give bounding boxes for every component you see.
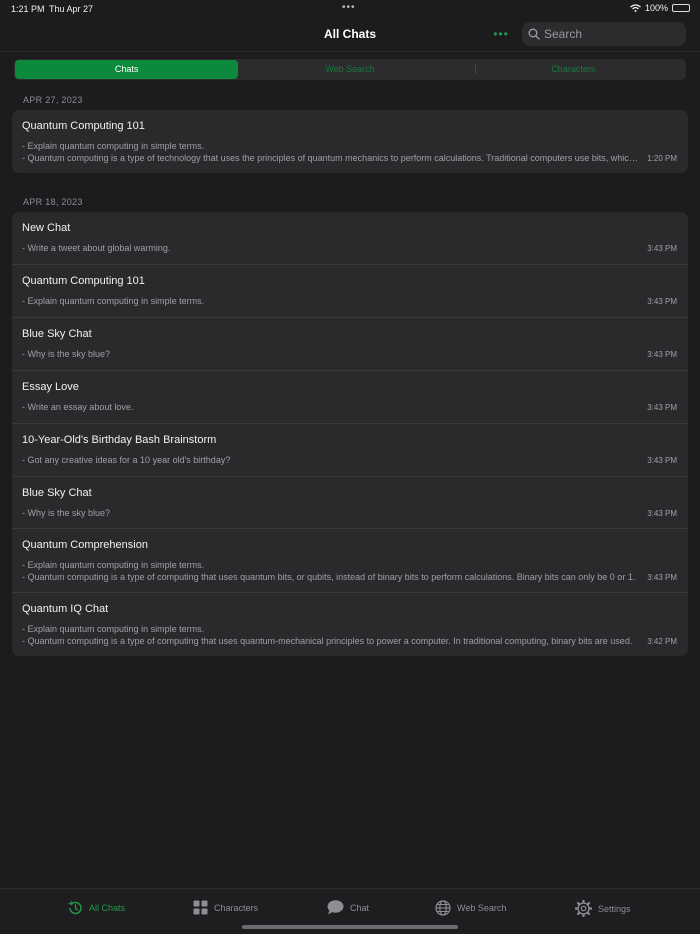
chat-row[interactable]: 10-Year-Old's Birthday Bash Brainstorm -… bbox=[12, 424, 688, 477]
chat-preview-line: - Explain quantum computing in simple te… bbox=[22, 296, 205, 306]
status-date: Thu Apr 27 bbox=[49, 4, 94, 14]
globe-icon bbox=[435, 900, 451, 916]
chat-title: Quantum IQ Chat bbox=[22, 603, 109, 615]
chat-row[interactable]: Quantum Computing 101 - Explain quantum … bbox=[12, 265, 688, 318]
chat-title: Quantum Computing 101 bbox=[22, 120, 145, 132]
chat-preview-line: - Explain quantum computing in simple te… bbox=[22, 624, 205, 634]
wifi-icon bbox=[630, 4, 641, 12]
chat-title: Quantum Comprehension bbox=[22, 539, 148, 551]
battery-percent: 100% bbox=[644, 3, 668, 13]
chat-preview-line: - Write an essay about love. bbox=[22, 402, 134, 412]
chat-row[interactable]: New Chat - Write a tweet about global wa… bbox=[12, 212, 688, 265]
battery-icon bbox=[672, 4, 690, 12]
chat-preview-line: - Quantum computing is a type of technol… bbox=[22, 153, 639, 163]
chat-bubble-icon bbox=[327, 900, 344, 915]
chat-group: New Chat - Write a tweet about global wa… bbox=[12, 212, 688, 656]
chat-preview-line: - Write a tweet about global warming. bbox=[22, 243, 171, 253]
section-header-date: APR 18, 2023 bbox=[23, 197, 83, 207]
chat-preview-line: - Explain quantum computing in simple te… bbox=[22, 141, 205, 151]
chat-time: 1:20 PM bbox=[647, 154, 677, 163]
search-bar[interactable] bbox=[522, 22, 686, 46]
chat-row[interactable]: Quantum Comprehension - Explain quantum … bbox=[12, 529, 688, 593]
tab-chat[interactable]: Chat bbox=[327, 900, 369, 915]
chat-row[interactable]: Blue Sky Chat - Why is the sky blue? 3:4… bbox=[12, 318, 688, 371]
tab-all-chats[interactable]: All Chats bbox=[67, 900, 125, 916]
section-header-date: APR 27, 2023 bbox=[23, 95, 83, 105]
grid-icon bbox=[193, 900, 208, 915]
search-icon bbox=[528, 28, 540, 40]
tab-label: Chat bbox=[350, 902, 370, 913]
chat-title: Quantum Computing 101 bbox=[22, 275, 145, 287]
tab-label: Characters bbox=[214, 902, 259, 913]
chat-preview-line: - Quantum computing is a type of computi… bbox=[22, 572, 636, 582]
multitasking-icon[interactable]: ••• bbox=[342, 2, 356, 13]
chat-row[interactable]: Quantum IQ Chat - Explain quantum comput… bbox=[12, 593, 688, 656]
chat-group: Quantum Computing 101 - Explain quantum … bbox=[12, 110, 688, 173]
chat-time: 3:43 PM bbox=[647, 403, 677, 412]
chat-row[interactable]: Essay Love - Write an essay about love. … bbox=[12, 371, 688, 424]
chat-title: Blue Sky Chat bbox=[22, 328, 92, 340]
tab-label: Settings bbox=[598, 903, 631, 914]
chat-title: New Chat bbox=[22, 222, 71, 234]
tab-label: Web Search bbox=[457, 903, 507, 913]
chat-time: 3:43 PM bbox=[647, 509, 677, 518]
chat-preview-line: - Quantum computing is a type of computi… bbox=[22, 636, 633, 646]
history-icon bbox=[68, 901, 82, 915]
chat-time: 3:43 PM bbox=[647, 244, 677, 253]
chat-time: 3:43 PM bbox=[647, 456, 677, 465]
ellipsis-icon[interactable]: ••• bbox=[492, 25, 510, 43]
chat-preview-line: - Explain quantum computing in simple te… bbox=[22, 560, 205, 570]
gear-icon bbox=[575, 900, 592, 917]
status-bar: 1:21 PM Thu Apr 27 ••• 100% bbox=[0, 0, 700, 18]
chat-time: 3:43 PM bbox=[647, 573, 677, 582]
chat-row[interactable]: Blue Sky Chat - Why is the sky blue? 3:4… bbox=[12, 477, 688, 529]
chat-preview-line: - Why is the sky blue? bbox=[22, 349, 111, 359]
status-time: 1:21 PM bbox=[11, 4, 45, 14]
home-indicator[interactable] bbox=[242, 925, 458, 929]
chat-title: Blue Sky Chat bbox=[22, 487, 92, 499]
nav-header: All Chats ••• bbox=[0, 18, 700, 52]
segmented-control: Chats Web Search Characters bbox=[14, 59, 686, 80]
chat-row[interactable]: Quantum Computing 101 - Explain quantum … bbox=[12, 110, 688, 173]
tab-settings[interactable]: Settings bbox=[575, 900, 631, 917]
chat-time: 3:43 PM bbox=[647, 297, 677, 306]
tab-web-search[interactable]: Web Search bbox=[435, 900, 506, 916]
chat-time: 3:43 PM bbox=[647, 350, 677, 359]
chat-title: Essay Love bbox=[22, 381, 79, 393]
tab-label: All Chats bbox=[89, 903, 126, 913]
segment-web-search[interactable]: Web Search bbox=[238, 60, 461, 79]
chat-preview-line: - Why is the sky blue? bbox=[22, 508, 111, 518]
chat-time: 3:42 PM bbox=[647, 637, 677, 646]
segment-chats[interactable]: Chats bbox=[15, 60, 239, 79]
chat-title: 10-Year-Old's Birthday Bash Brainstorm bbox=[22, 434, 217, 446]
segment-characters[interactable]: Characters bbox=[462, 60, 685, 79]
status-right: 100% bbox=[630, 3, 690, 13]
tab-bar: All Chats Characters Chat Web Search Set… bbox=[0, 888, 700, 934]
chat-preview-line: - Got any creative ideas for a 10 year o… bbox=[22, 455, 231, 465]
search-input[interactable] bbox=[544, 27, 674, 41]
tab-characters[interactable]: Characters bbox=[193, 900, 258, 915]
segment-divider bbox=[475, 65, 476, 74]
